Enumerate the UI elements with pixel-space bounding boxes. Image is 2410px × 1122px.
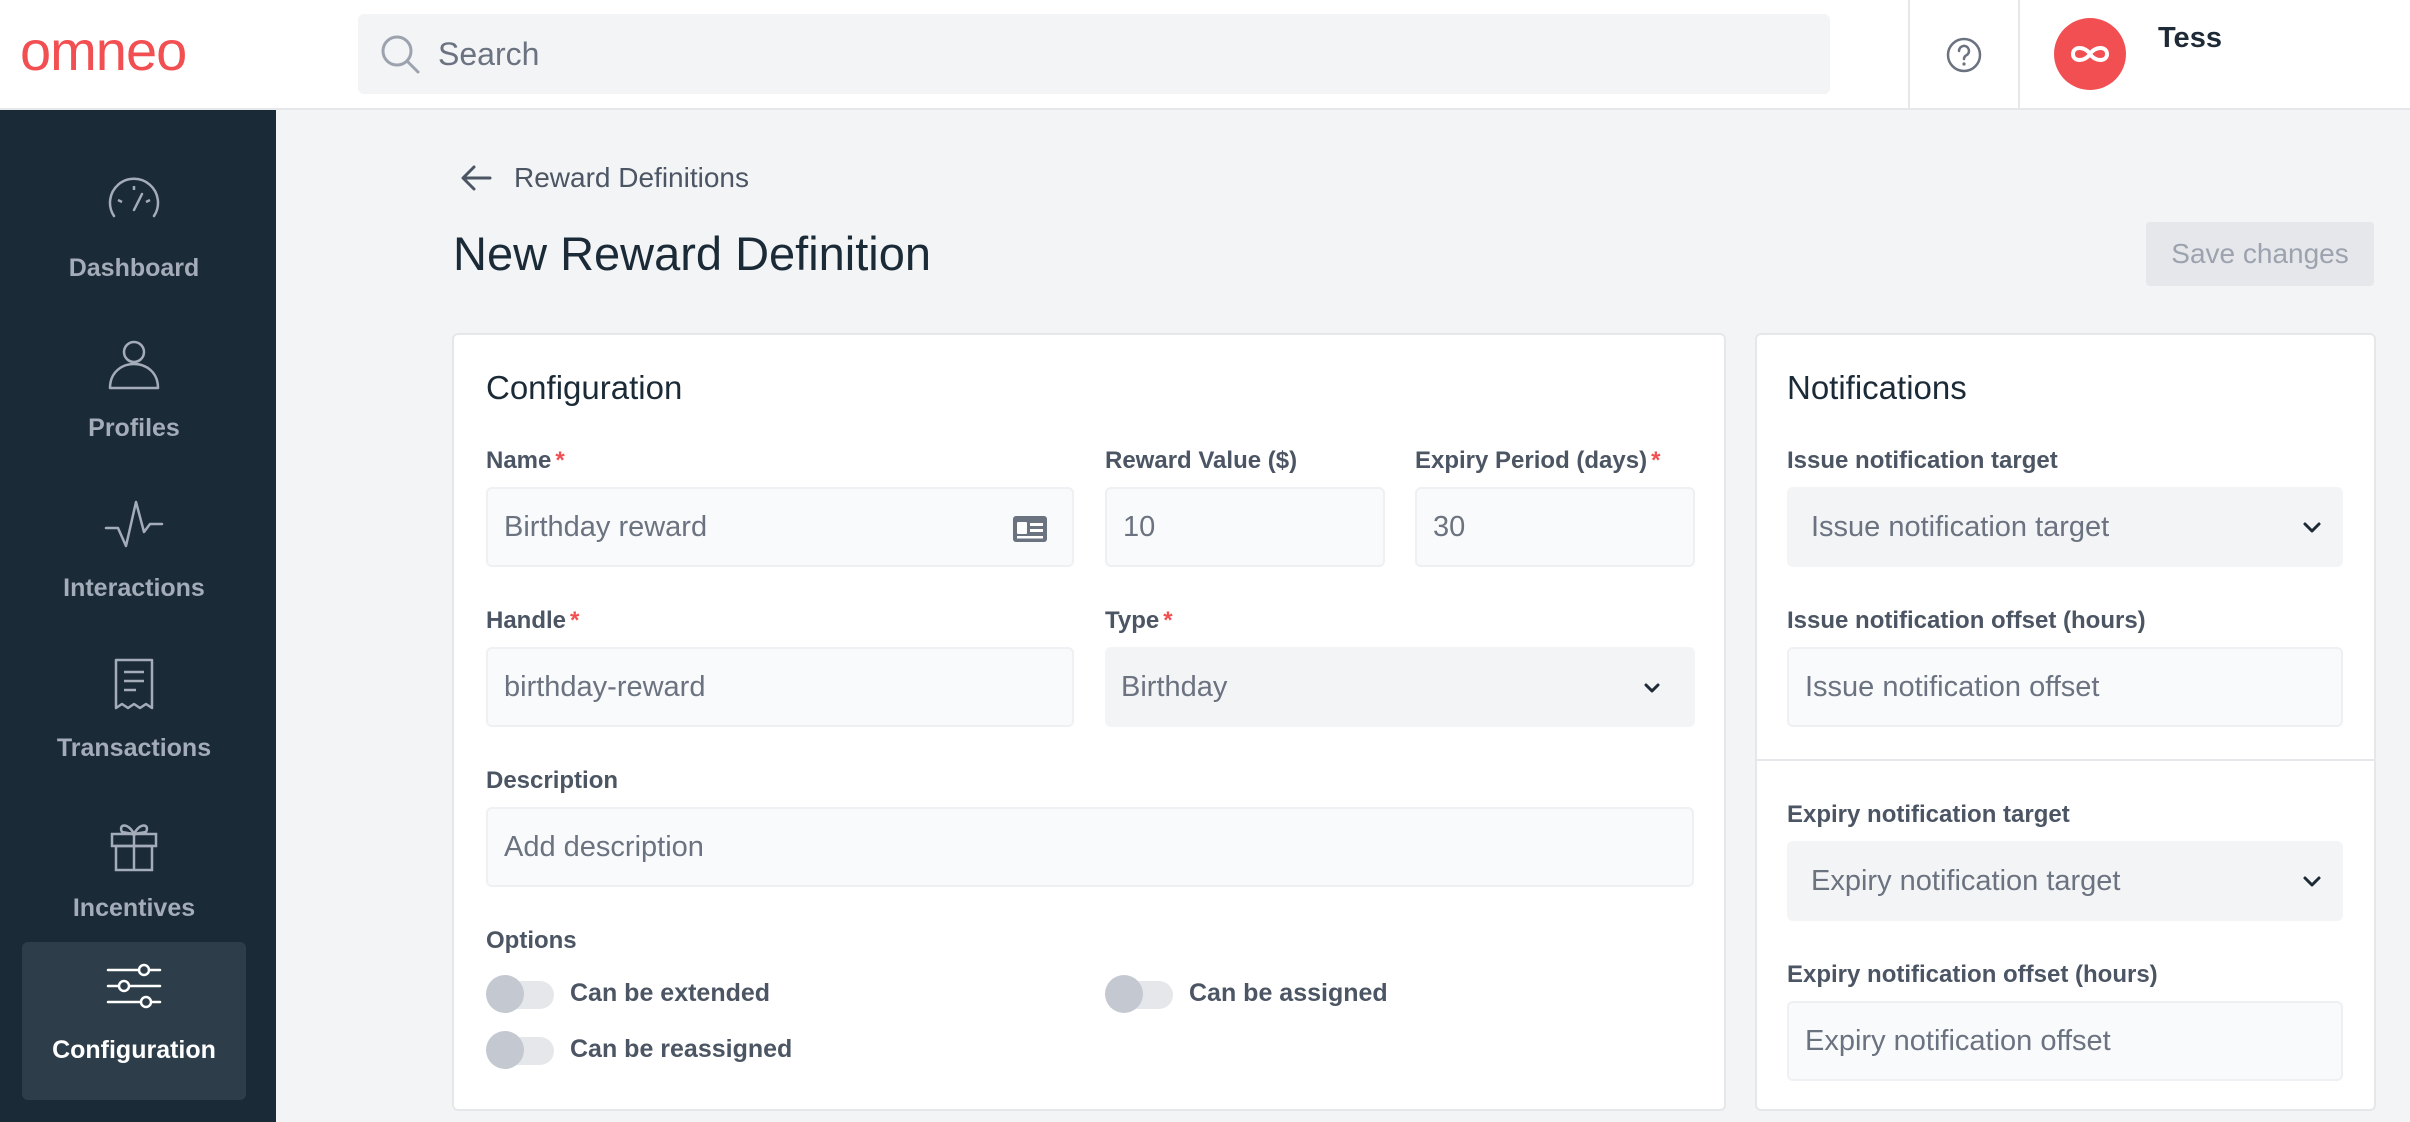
expiry-offset-field[interactable]: [1787, 1001, 2343, 1081]
toggle-switch[interactable]: [486, 1031, 554, 1069]
configuration-card: Configuration Name* Reward Value ($) Exp…: [452, 333, 1726, 1111]
notifications-title: Notifications: [1787, 369, 1967, 406]
toggle-switch[interactable]: [486, 975, 554, 1013]
sidebar-item-dashboard[interactable]: Dashboard: [22, 160, 246, 318]
can-be-reassigned-toggle[interactable]: Can be reassigned: [486, 1031, 793, 1069]
search-input[interactable]: [438, 14, 1808, 94]
gift-icon: [110, 824, 158, 872]
issue-target-label: Issue notification target: [1787, 447, 2058, 474]
help-icon: [1946, 37, 1982, 73]
expiry-target-label: Expiry notification target: [1787, 801, 2070, 828]
issue-offset-field[interactable]: [1787, 647, 2343, 727]
chevron-down-icon: [2303, 876, 2321, 887]
svg-text:omneo: omneo: [20, 22, 186, 82]
issue-target-select[interactable]: Issue notification target: [1787, 487, 2343, 567]
user-name[interactable]: Tess: [2158, 22, 2222, 55]
arrow-left-icon: [461, 165, 492, 191]
top-bar: omneo Tess: [0, 0, 2410, 110]
handle-input[interactable]: [488, 649, 1072, 725]
dashboard-icon: [108, 177, 160, 218]
expiry-offset-label: Expiry notification offset (hours): [1787, 961, 2158, 988]
notifications-card: Notifications Issue notification target …: [1755, 333, 2376, 1111]
required-marker: *: [1651, 447, 1661, 474]
id-card-icon: [1013, 516, 1047, 542]
required-marker: *: [555, 447, 565, 474]
expiry-target-value: Expiry notification target: [1811, 865, 2121, 897]
chevron-down-icon: [1644, 683, 1660, 693]
issue-offset-input[interactable]: [1789, 649, 2341, 725]
expiry-period-input[interactable]: [1417, 489, 1693, 565]
required-marker: *: [1163, 607, 1173, 634]
name-field[interactable]: [486, 487, 1074, 567]
user-avatar[interactable]: [2054, 18, 2126, 90]
section-divider: [1757, 759, 2374, 761]
infinity-icon: [2070, 46, 2110, 62]
search-bar[interactable]: [358, 14, 1830, 94]
can-be-extended-toggle[interactable]: Can be extended: [486, 975, 771, 1013]
help-button[interactable]: [1908, 0, 2020, 110]
issue-target-value: Issue notification target: [1811, 511, 2110, 543]
can-be-assigned-toggle[interactable]: Can be assigned: [1105, 975, 1388, 1013]
toggle-label: Can be reassigned: [570, 1034, 793, 1063]
issue-offset-label: Issue notification offset (hours): [1787, 607, 2146, 634]
search-icon: [381, 35, 420, 74]
handle-label: Handle *: [486, 607, 580, 634]
description-label: Description: [486, 767, 619, 794]
save-changes-button[interactable]: Save changes: [2146, 222, 2374, 286]
description-input[interactable]: [488, 809, 1692, 885]
name-input[interactable]: [488, 489, 1072, 565]
type-select[interactable]: Birthday: [1105, 647, 1695, 727]
chevron-down-icon: [2303, 522, 2321, 533]
sidebar-item-transactions[interactable]: Transactions: [22, 640, 246, 798]
options-label: Options: [486, 927, 577, 954]
sliders-icon: [106, 963, 162, 1009]
type-value: Birthday: [1121, 671, 1228, 703]
toggle-label: Can be assigned: [1189, 978, 1388, 1007]
sidebar-item-configuration[interactable]: Configuration: [22, 942, 246, 1100]
sidebar-item-profiles[interactable]: Profiles: [22, 320, 246, 478]
logo-image: omneo: [20, 19, 187, 82]
back-link[interactable]: Reward Definitions: [458, 160, 749, 196]
sidebar-item-interactions[interactable]: Interactions: [22, 480, 246, 638]
type-label: Type *: [1105, 607, 1173, 634]
sidebar: Dashboard Profiles Interactions Transact…: [0, 110, 276, 1122]
toggle-switch[interactable]: [1105, 975, 1173, 1013]
page-title: New Reward Definition: [453, 227, 932, 280]
description-field[interactable]: [486, 807, 1694, 887]
expiry-offset-input[interactable]: [1789, 1003, 2341, 1079]
required-marker: *: [570, 607, 580, 634]
profile-icon: [108, 340, 160, 390]
reward-value-field[interactable]: [1105, 487, 1385, 567]
expiry-period-field[interactable]: [1415, 487, 1695, 567]
expiry-target-select[interactable]: Expiry notification target: [1787, 841, 2343, 921]
activity-icon: [104, 500, 164, 548]
sidebar-item-incentives[interactable]: Incentives: [22, 800, 246, 958]
toggle-label: Can be extended: [570, 978, 771, 1007]
omneo-logo[interactable]: omneo: [20, 19, 250, 82]
name-label: Name *: [486, 447, 565, 474]
back-link-label: Reward Definitions: [514, 162, 749, 193]
expiry-period-label: Expiry Period (days) *: [1415, 447, 1661, 474]
reward-value-input[interactable]: [1107, 489, 1383, 565]
receipt-icon: [114, 658, 154, 710]
handle-field[interactable]: [486, 647, 1074, 727]
configuration-title: Configuration: [486, 369, 683, 406]
reward-value-label: Reward Value ($): [1105, 447, 1298, 474]
